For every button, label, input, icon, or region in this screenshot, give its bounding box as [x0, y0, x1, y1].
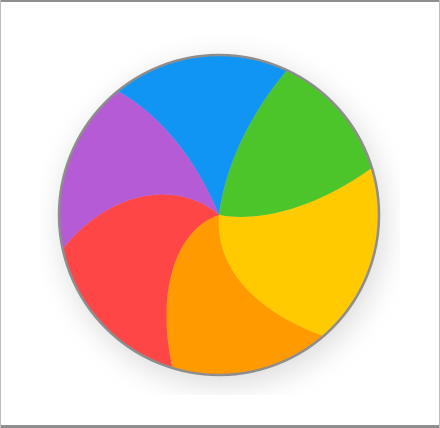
- left-frame-edge: [0, 0, 1, 428]
- spinning-wait-cursor: [40, 35, 400, 395]
- screenshot-canvas: [0, 0, 440, 428]
- top-frame-edge: [0, 0, 440, 2]
- spinning-wait-cursor-icon: [57, 53, 386, 386]
